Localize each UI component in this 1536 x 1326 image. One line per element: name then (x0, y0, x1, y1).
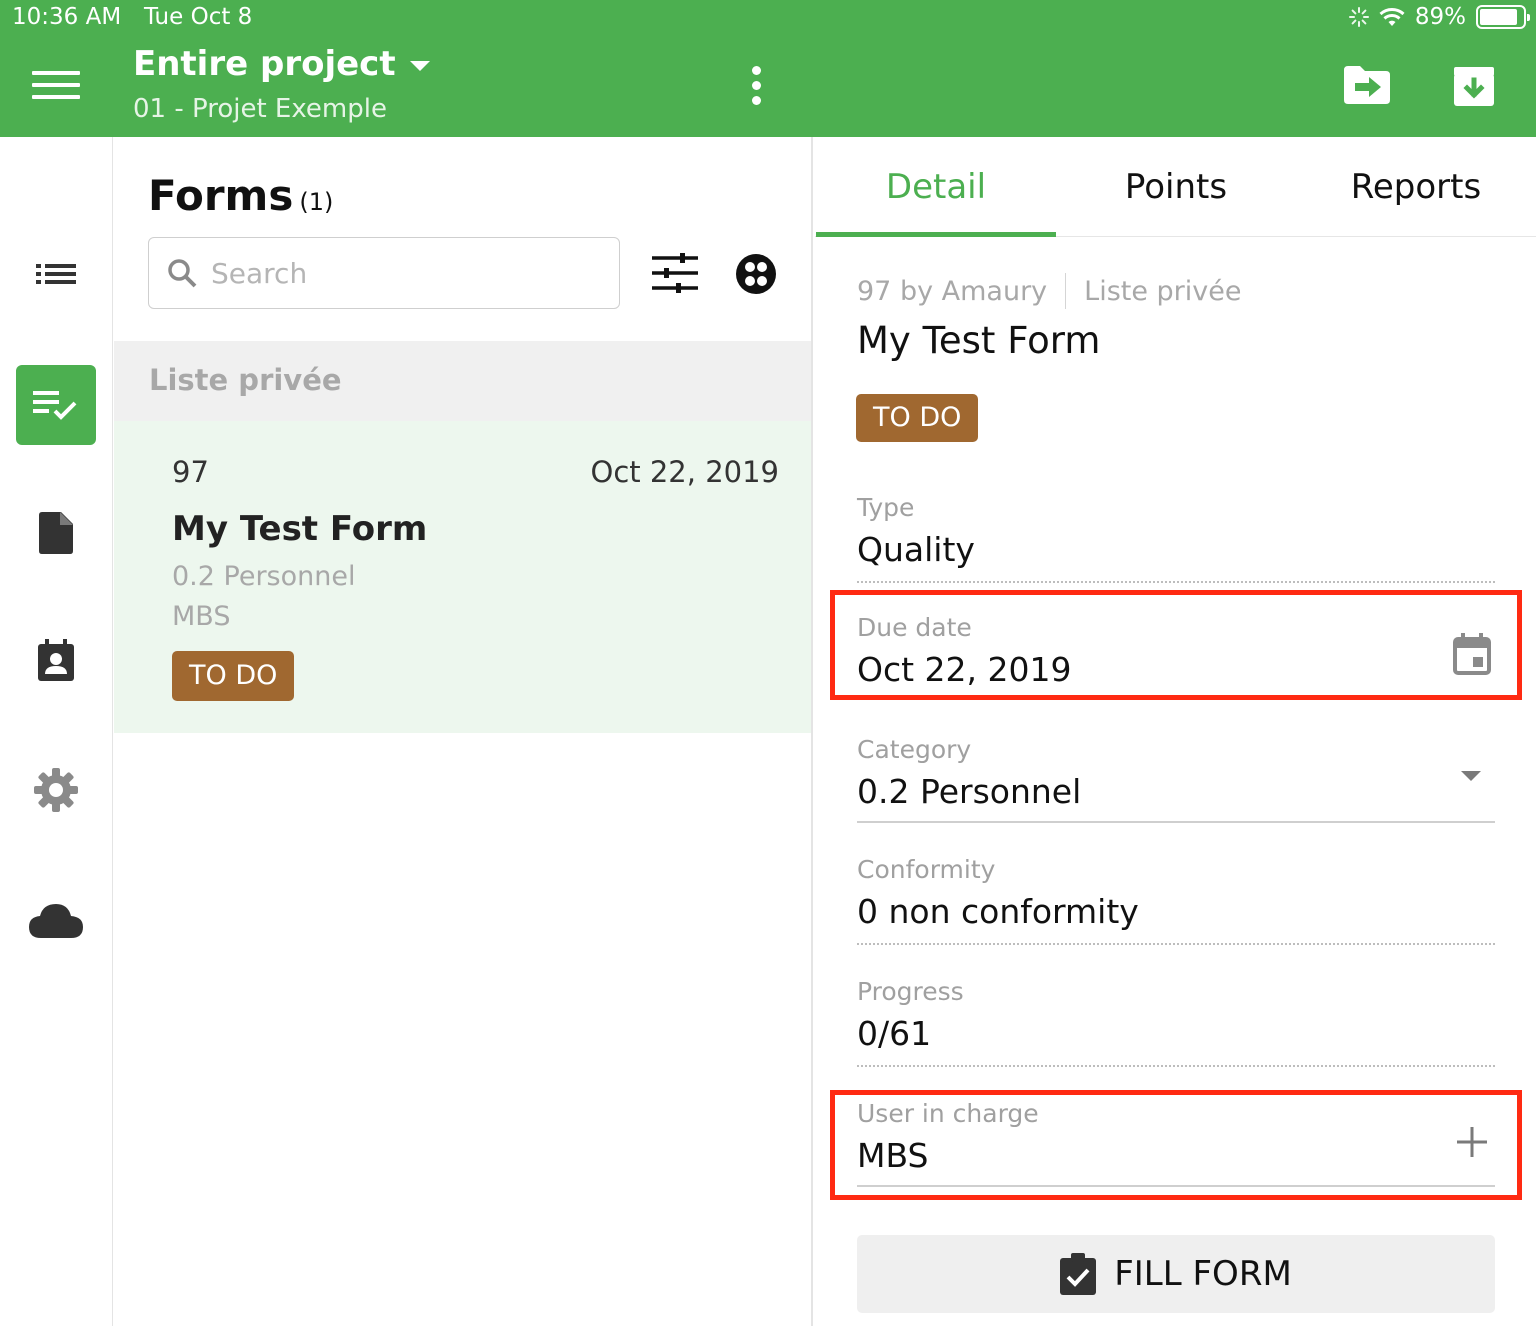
meta-separator (1065, 273, 1067, 309)
field-user-value: MBS (857, 1136, 929, 1175)
fill-form-button[interactable]: FILL FORM (857, 1235, 1495, 1313)
field-type: Type Quality (857, 493, 1495, 583)
menu-icon-bar (32, 95, 80, 99)
clipboard-check-icon (1060, 1253, 1097, 1295)
field-conformity-value: 0 non conformity (857, 892, 1139, 931)
status-date: Tue Oct 8 (144, 4, 253, 30)
section-header: Liste privée (114, 341, 811, 421)
menu-icon-bar (32, 71, 80, 75)
search-icon (168, 259, 197, 288)
menu-button[interactable] (32, 71, 80, 103)
document-icon (39, 512, 73, 554)
search-input[interactable] (211, 256, 591, 290)
detail-status-badge: TO DO (856, 394, 979, 442)
field-conformity-label: Conformity (857, 855, 996, 884)
form-number: 97 (172, 455, 209, 489)
battery-level (1480, 9, 1518, 25)
project-subtitle: 01 - Projet Exemple (133, 94, 387, 124)
cloud-icon (29, 904, 83, 938)
form-meta: 97 by Amaury Liste privée (857, 273, 1242, 309)
forms-count: (1) (299, 188, 334, 216)
meta-author: 97 by Amaury (857, 275, 1048, 307)
forms-title: Forms (1) (148, 171, 333, 220)
sidebar-item-contacts[interactable] (16, 620, 96, 700)
sidebar-item-documents[interactable] (16, 493, 96, 573)
caret-down-icon (409, 61, 430, 71)
dropdown-arrow-icon[interactable] (1461, 771, 1481, 783)
detail-tabs: Detail Points Reports (815, 137, 1536, 237)
list-icon (36, 264, 76, 284)
status-indicators: 89% (1348, 4, 1530, 30)
form-detail-pane: Detail Points Reports 97 by Amaury Liste… (815, 137, 1536, 1326)
field-progress: Progress 0/61 (857, 977, 1495, 1067)
field-progress-value: 0/61 (857, 1014, 932, 1053)
sidebar-item-settings[interactable] (16, 750, 96, 830)
field-conformity: Conformity 0 non conformity (857, 855, 1495, 945)
project-selector[interactable]: Entire project (133, 44, 430, 84)
battery-icon (1476, 5, 1530, 29)
field-progress-label: Progress (857, 977, 964, 1006)
status-badge: TO DO (172, 651, 295, 701)
forms-title-label: Forms (148, 171, 294, 220)
project-title: Entire project (133, 44, 396, 84)
field-user-label: User in charge (857, 1099, 1039, 1128)
more-vert-dot (751, 96, 761, 105)
meta-list: Liste privée (1084, 275, 1242, 307)
field-due-date-value: Oct 22, 2019 (857, 650, 1072, 689)
tab-reports[interactable]: Reports (1296, 137, 1536, 237)
form-category: 0.2 Personnel (172, 561, 356, 592)
app-header: 10:36 AM Tue Oct 8 89% Entire project 01 (0, 0, 1536, 137)
field-user-in-charge[interactable]: User in charge MBS (857, 1099, 1495, 1187)
field-category-label: Category (857, 735, 972, 764)
sidebar-item-cloud[interactable] (16, 880, 96, 960)
field-category[interactable]: Category 0.2 Personnel (857, 735, 1495, 823)
sidebar-item-list[interactable] (16, 237, 96, 317)
activity-spinner-icon (1348, 7, 1369, 27)
battery-percent: 89% (1414, 4, 1466, 30)
add-plus-icon[interactable] (1457, 1127, 1487, 1157)
more-vert-dot (751, 81, 761, 90)
fill-form-label: FILL FORM (1114, 1254, 1292, 1294)
more-vert-icon (751, 66, 761, 75)
form-list-item[interactable]: 97 Oct 22, 2019 My Test Form 0.2 Personn… (114, 421, 811, 733)
field-due-date[interactable]: Due date Oct 22, 2019 (857, 613, 1495, 693)
contacts-icon (38, 639, 74, 681)
sidebar (0, 137, 113, 1326)
wifi-icon (1379, 8, 1405, 26)
field-type-label: Type (857, 493, 915, 522)
menu-icon-bar (32, 83, 80, 87)
forms-list-pane: Forms(1) Liste privée 97 Oct 22, 2019 My… (114, 137, 813, 1326)
export-icon[interactable] (1342, 62, 1392, 106)
form-title: My Test Form (172, 509, 428, 549)
field-due-date-label: Due date (857, 613, 972, 642)
status-time: 10:36 AM (12, 4, 122, 30)
field-category-value: 0.2 Personnel (857, 772, 1082, 811)
calendar-icon[interactable] (1453, 633, 1491, 675)
detail-title: My Test Form (857, 319, 1101, 362)
form-user: MBS (172, 601, 231, 632)
forms-checklist-icon (33, 391, 77, 420)
filter-sliders-icon[interactable] (652, 253, 698, 293)
more-options-button[interactable] (748, 66, 764, 110)
group-workspaces-icon[interactable] (735, 253, 777, 295)
form-date: Oct 22, 2019 (590, 455, 780, 489)
tab-detail[interactable]: Detail (816, 137, 1056, 237)
settings-gear-icon (34, 768, 78, 812)
tab-points[interactable]: Points (1056, 137, 1296, 237)
field-type-value: Quality (857, 530, 975, 569)
search-box[interactable] (148, 237, 620, 309)
archive-download-icon[interactable] (1451, 64, 1497, 108)
sidebar-item-forms[interactable] (16, 365, 96, 445)
